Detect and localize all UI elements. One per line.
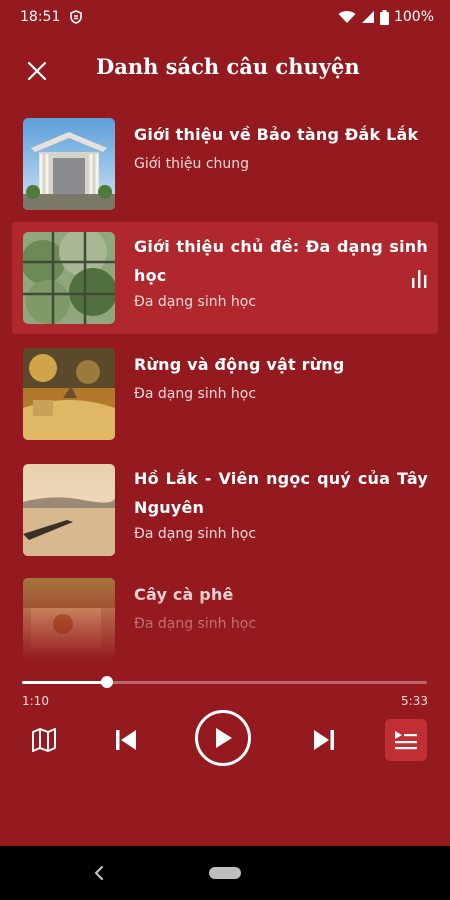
story-title: Rừng và động vật rừng: [134, 355, 345, 374]
battery-icon: [379, 9, 389, 25]
header: Danh sách câu chuyện: [0, 40, 450, 100]
story-thumbnail-lake: [23, 464, 115, 556]
total-duration: 5:33: [401, 694, 428, 708]
previous-button[interactable]: [112, 726, 140, 754]
back-chevron-icon[interactable]: [90, 863, 108, 883]
battery-percent: 100%: [393, 9, 434, 25]
story-item[interactable]: Rừng và động vật rừng Đa dạng sinh học: [12, 338, 438, 450]
story-title: Cây cà phê: [134, 585, 234, 604]
story-title: Hồ Lắk - Viên ngọc quý của Tây Nguyên: [134, 469, 428, 517]
story-title: Giới thiệu về Bảo tàng Đắk Lắk: [134, 125, 419, 144]
queue-button[interactable]: [385, 719, 427, 761]
story-item[interactable]: Hồ Lắk - Viên ngọc quý của Tây Nguyên Đa…: [12, 454, 438, 566]
playlist-icon: [395, 731, 417, 750]
play-button[interactable]: [195, 710, 251, 766]
story-item[interactable]: Cây cà phê Đa dạng sinh học: [12, 568, 438, 660]
home-pill[interactable]: [209, 867, 241, 879]
close-icon[interactable]: [24, 58, 50, 84]
story-category: Giới thiệu chung: [134, 156, 250, 172]
story-list: Giới thiệu về Bảo tàng Đắk Lắk Giới thiệ…: [0, 108, 450, 660]
story-category: Đa dạng sinh học: [134, 616, 257, 632]
story-thumbnail-biodiversity: [23, 232, 115, 324]
signal-icon: [361, 11, 374, 23]
story-category: Đa dạng sinh học: [134, 294, 257, 310]
story-thumbnail-coffee: [23, 578, 115, 660]
skip-previous-icon: [116, 730, 136, 750]
seek-bar[interactable]: [22, 676, 427, 688]
story-item-active[interactable]: Giới thiệu chủ đề: Đa dạng sinh học Đa d…: [12, 222, 438, 334]
shield-notification-icon: [70, 10, 83, 24]
story-item[interactable]: Giới thiệu về Bảo tàng Đắk Lắk Giới thiệ…: [12, 108, 438, 220]
next-button[interactable]: [310, 726, 338, 754]
elapsed-time: 1:10: [22, 694, 49, 708]
equalizer-icon: [412, 270, 427, 288]
system-nav-bar: [0, 846, 450, 900]
map-icon: [32, 728, 56, 752]
seek-progress: [22, 681, 108, 684]
story-thumbnail-museum: [23, 118, 115, 210]
wifi-icon: [338, 11, 356, 23]
story-category: Đa dạng sinh học: [134, 526, 257, 542]
page-title: Danh sách câu chuyện: [96, 54, 360, 79]
player-controls: [0, 708, 450, 774]
play-icon: [216, 728, 232, 748]
status-time: 18:51: [20, 9, 61, 25]
map-button[interactable]: [30, 726, 58, 754]
seek-thumb[interactable]: [101, 676, 114, 688]
story-thumbnail-forest: [23, 348, 115, 440]
skip-next-icon: [314, 730, 334, 750]
story-title: Giới thiệu chủ đề: Đa dạng sinh học: [134, 237, 428, 285]
story-category: Đa dạng sinh học: [134, 386, 257, 402]
status-bar: 18:51 100%: [0, 0, 450, 34]
